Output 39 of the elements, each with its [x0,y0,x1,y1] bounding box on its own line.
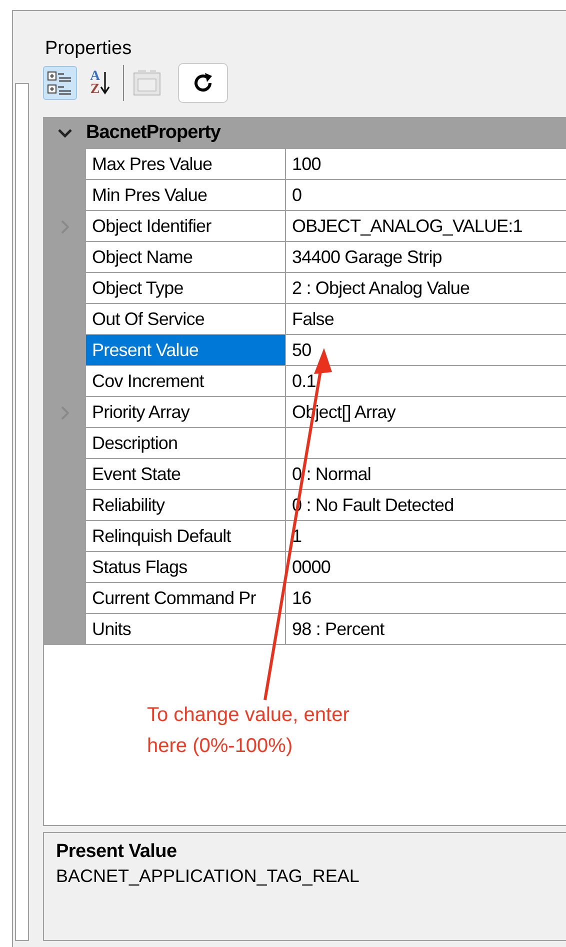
panel-title: Properties [45,37,133,61]
down-arrow-icon [100,70,110,96]
property-name[interactable]: Min Pres Value [86,180,286,211]
property-value[interactable]: 2 : Object Analog Value [292,274,470,302]
annotation-text: To change value, enter here (0%-100%) [147,703,350,759]
property-value[interactable]: 50 [292,336,312,364]
property-name[interactable]: Object Identifier [86,211,286,242]
property-name[interactable]: Event State [86,459,286,490]
category-header: BacnetProperty [86,121,220,146]
property-value[interactable]: 34400 Garage Strip [292,244,442,270]
property-name[interactable]: Current Command Pr [86,583,286,614]
property-name[interactable]: Reliability [86,490,286,521]
property-name[interactable]: Relinquish Default [86,521,286,552]
alphabetical-sort-button[interactable]: A Z [83,66,117,100]
categorized-list-icon [47,70,73,96]
categorized-view-button[interactable] [43,66,77,100]
property-value[interactable]: 0 [292,182,302,208]
property-name[interactable]: Object Name [86,242,286,273]
window-icon [132,69,162,97]
property-name[interactable]: Priority Array [86,397,286,428]
property-value[interactable]: 0.1 [292,368,316,394]
property-name[interactable]: Cov Increment [86,366,286,397]
property-name[interactable]: Present Value [86,335,286,366]
property-value[interactable]: 0000 [292,554,330,580]
property-name[interactable]: Status Flags [86,552,286,583]
property-value[interactable]: 100 [292,150,321,178]
description-text: BACNET_APPLICATION_TAG_REAL [56,864,360,888]
property-name[interactable]: Max Pres Value [86,149,286,180]
property-value[interactable]: 16 [292,584,312,612]
property-name[interactable]: Description [86,428,286,459]
property-name[interactable]: Object Type [86,273,286,304]
property-value[interactable]: 0 : Normal [292,460,372,488]
description-title: Present Value [56,840,178,864]
refresh-button[interactable] [178,63,228,103]
property-name[interactable]: Out Of Service [86,304,286,335]
property-name[interactable]: Units [86,614,286,645]
property-value[interactable]: OBJECT_ANALOG_VALUE:1 [292,212,522,240]
property-value[interactable]: 98 : Percent [292,616,384,642]
property-value[interactable]: False [292,306,334,332]
